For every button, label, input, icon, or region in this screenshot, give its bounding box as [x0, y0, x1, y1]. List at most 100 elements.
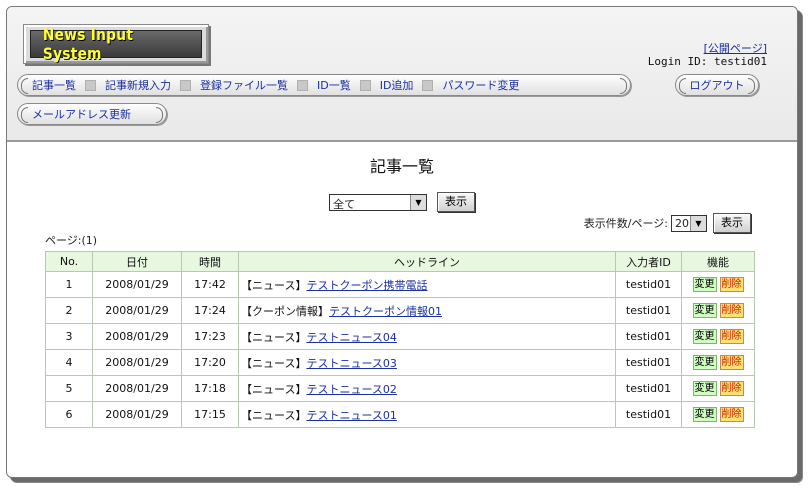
per-page-show-button[interactable]: 表示 — [713, 213, 751, 233]
cell-no: 6 — [45, 401, 93, 428]
logo-text: News Input System — [42, 25, 134, 63]
cell-date: 2008/01/29 — [92, 323, 182, 350]
nav-separator — [297, 79, 308, 91]
delete-button[interactable]: 削除 — [719, 277, 744, 292]
headline-link[interactable]: テストクーポン携帯電話 — [306, 279, 427, 292]
cell-no: 5 — [45, 375, 93, 402]
cell-time: 17:24 — [181, 297, 239, 324]
nav-item-new-article[interactable]: 記事新規入力 — [105, 77, 171, 93]
nav-separator — [180, 79, 191, 91]
delete-button[interactable]: 削除 — [719, 303, 744, 318]
col-header-time: 時間 — [181, 251, 239, 272]
table-row: 3 2008/01/29 17:23 【ニュース】テストニュース04 testi… — [45, 323, 755, 350]
col-header-user-id: 入力者ID — [615, 251, 682, 272]
headline-category: 【ニュース】 — [241, 356, 307, 370]
cell-headline: 【ニュース】テストクーポン携帯電話 — [238, 271, 616, 298]
cell-headline: 【ニュース】テストニュース02 — [238, 375, 616, 402]
header: News Input System [公開ページ] Login ID: test… — [7, 7, 797, 142]
headline-link[interactable]: テストニュース03 — [306, 357, 396, 370]
app-window: News Input System [公開ページ] Login ID: test… — [6, 6, 798, 478]
cell-headline: 【ニュース】テストニュース01 — [238, 401, 616, 428]
cell-headline: 【ニュース】テストニュース04 — [238, 323, 616, 350]
edit-button[interactable]: 変更 — [692, 303, 717, 318]
category-select-value: 全て — [333, 197, 355, 211]
col-header-date: 日付 — [92, 251, 182, 272]
nav-separator — [422, 79, 434, 91]
headline-link[interactable]: テストクーポン情報01 — [329, 305, 442, 318]
headline-link[interactable]: テストニュース01 — [306, 409, 396, 422]
col-header-no: No. — [45, 251, 93, 272]
cell-time: 17:18 — [181, 375, 239, 402]
cell-user-id: testid01 — [615, 375, 682, 402]
cell-actions: 変更 削除 — [681, 401, 755, 428]
nav-cap-left — [679, 78, 686, 94]
page-title: 記事一覧 — [369, 157, 434, 176]
headline-link[interactable]: テストニュース02 — [306, 383, 396, 396]
article-table: No. 日付 時間 ヘッドライン 入力者ID 機能 1 2008/01/29 1… — [45, 251, 755, 428]
nav-item-change-password[interactable]: パスワード変更 — [442, 77, 519, 93]
logo-plate: News Input System — [30, 25, 202, 63]
login-id: Login ID: testid01 — [647, 55, 767, 68]
nav-separator — [359, 79, 371, 91]
logout-nav: ログアウト — [675, 74, 759, 96]
headline-category: 【ニュース】 — [241, 278, 307, 292]
delete-button[interactable]: 削除 — [719, 407, 744, 422]
edit-button[interactable]: 変更 — [692, 277, 717, 292]
edit-button[interactable]: 変更 — [692, 329, 717, 344]
nav-item-file-list[interactable]: 登録ファイル一覧 — [200, 77, 288, 93]
page-indicator: ページ:(1) — [45, 234, 98, 247]
headline-category: 【クーポン情報】 — [241, 304, 329, 318]
dropdown-arrow-icon: ▼ — [410, 194, 426, 210]
cell-no: 3 — [45, 323, 93, 350]
col-header-actions: 機能 — [681, 251, 755, 272]
nav-cap-right — [620, 78, 627, 94]
edit-button[interactable]: 変更 — [692, 381, 717, 396]
cell-user-id: testid01 — [615, 323, 682, 350]
table-row: 5 2008/01/29 17:18 【ニュース】テストニュース02 testi… — [45, 375, 755, 402]
cell-no: 4 — [45, 349, 93, 376]
per-page-control: 表示件数/ページ: 20 ▼ 表示 — [584, 213, 751, 233]
nav-cap-right — [156, 107, 163, 123]
headline-category: 【ニュース】 — [241, 408, 307, 422]
nav-item-article-list[interactable]: 記事一覧 — [32, 77, 76, 93]
filter-show-button[interactable]: 表示 — [437, 192, 475, 212]
logout-button[interactable]: ログアウト — [690, 77, 745, 93]
edit-button[interactable]: 変更 — [692, 407, 717, 422]
cell-date: 2008/01/29 — [92, 401, 182, 428]
cell-user-id: testid01 — [615, 271, 682, 298]
category-select[interactable]: 全て ▼ — [329, 193, 427, 211]
nav-cap-left — [21, 78, 28, 94]
edit-button[interactable]: 変更 — [692, 355, 717, 370]
delete-button[interactable]: 削除 — [719, 329, 744, 344]
dropdown-arrow-icon: ▼ — [690, 215, 706, 231]
cell-user-id: testid01 — [615, 349, 682, 376]
logo: News Input System — [23, 24, 209, 64]
table-row: 4 2008/01/29 17:20 【ニュース】テストニュース03 testi… — [45, 349, 755, 376]
per-page-select[interactable]: 20 ▼ — [671, 214, 707, 232]
cell-actions: 変更 削除 — [681, 297, 755, 324]
nav-item-id-list[interactable]: ID一覧 — [317, 77, 351, 93]
nav-separator — [85, 79, 96, 91]
cell-time: 17:15 — [181, 401, 239, 428]
cell-date: 2008/01/29 — [92, 297, 182, 324]
cell-time: 17:20 — [181, 349, 239, 376]
public-page-link[interactable]: [公開ページ] — [704, 40, 767, 56]
table-row: 2 2008/01/29 17:24 【クーポン情報】テストクーポン情報01 t… — [45, 297, 755, 324]
delete-button[interactable]: 削除 — [719, 355, 744, 370]
nav-cap-right — [748, 78, 755, 94]
delete-button[interactable]: 削除 — [719, 381, 744, 396]
headline-link[interactable]: テストニュース04 — [306, 331, 396, 344]
per-page-select-value: 20 — [675, 216, 689, 230]
nav-item-update-email[interactable]: メールアドレス更新 — [32, 106, 131, 122]
headline-category: 【ニュース】 — [241, 382, 307, 396]
cell-user-id: testid01 — [615, 297, 682, 324]
cell-date: 2008/01/29 — [92, 375, 182, 402]
cell-user-id: testid01 — [615, 401, 682, 428]
category-filter: 全て ▼ 表示 — [329, 192, 475, 212]
cell-actions: 変更 削除 — [681, 271, 755, 298]
nav-item-add-id[interactable]: ID追加 — [380, 77, 414, 93]
cell-no: 2 — [45, 297, 93, 324]
table-row: 1 2008/01/29 17:42 【ニュース】テストクーポン携帯電話 tes… — [45, 271, 755, 298]
cell-actions: 変更 削除 — [681, 323, 755, 350]
cell-headline: 【ニュース】テストニュース03 — [238, 349, 616, 376]
